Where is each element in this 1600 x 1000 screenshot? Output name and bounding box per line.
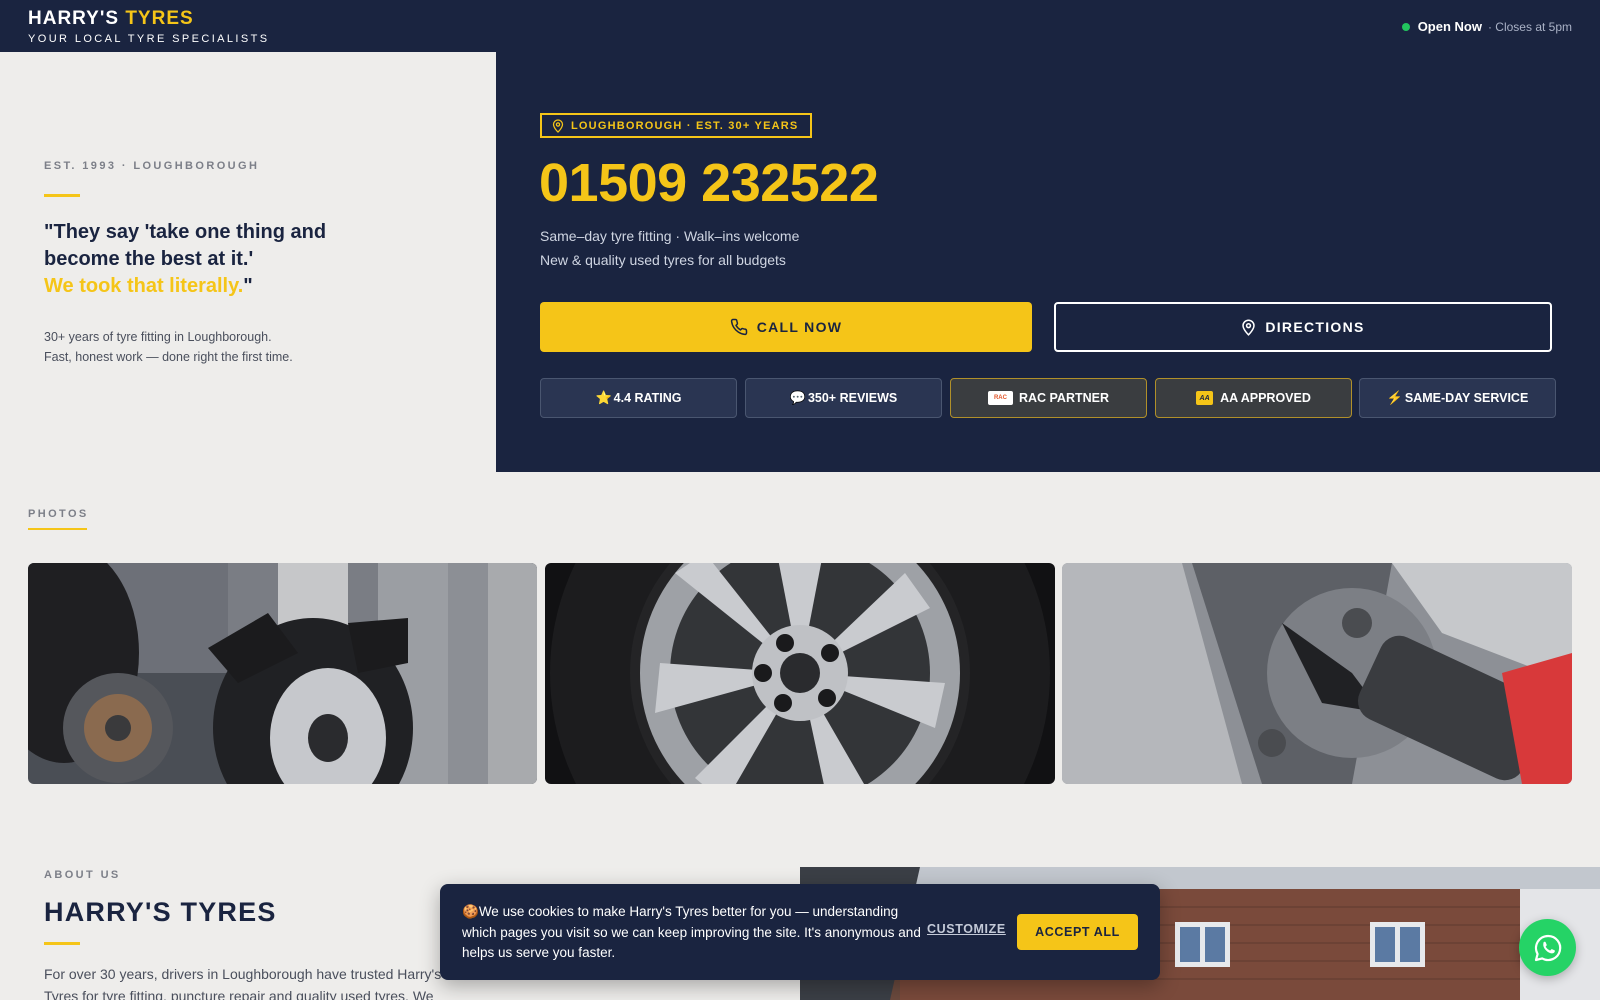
established-line: EST. 1993 · LOUGHBOROUGH	[44, 160, 260, 172]
phone-number[interactable]: 01509 232522	[539, 152, 879, 214]
speech-bubble-icon: 💬	[789, 390, 806, 405]
brand-logo[interactable]: HARRY'S TYRES YOUR LOCAL TYRE SPECIALIST…	[28, 8, 269, 45]
opening-status: Open Now · Closes at 5pm	[1401, 19, 1572, 34]
aa-approved-label: AA APPROVED	[1220, 391, 1311, 405]
about-text: For over 30 years, drivers in Loughborou…	[44, 966, 442, 1000]
cookie-accept-all-button[interactable]: ACCEPT ALL	[1017, 914, 1138, 950]
cookie-customize-link[interactable]: CUSTOMIZE	[927, 922, 1006, 936]
rating-label: 4.4 RATING	[613, 391, 682, 405]
star-icon: ⭐	[595, 390, 612, 405]
photos-heading: PHOTOS	[28, 508, 89, 520]
map-pin-icon	[1242, 319, 1256, 336]
quote-highlight: We took that literally.	[44, 275, 244, 297]
location-badge: LOUGHBOROUGH · EST. 30+ YEARS	[540, 113, 813, 138]
reviews-label: 350+ REVIEWS	[807, 391, 898, 405]
quote-end: "	[243, 275, 253, 297]
photos-accent-rule	[28, 528, 87, 530]
photo-alloy-wheel-closeup[interactable]	[545, 563, 1055, 784]
brand-name-main: HARRY'S	[28, 8, 120, 29]
whatsapp-icon	[1534, 934, 1561, 961]
map-pin-icon	[552, 118, 564, 133]
reviews-badge: 💬 350+ REVIEWS	[745, 378, 942, 418]
aa-logo-icon: AA	[1196, 391, 1214, 405]
brand-name: HARRY'S TYRES	[28, 8, 269, 30]
call-now-button[interactable]: CALL NOW	[540, 302, 1032, 352]
rating-badge: ⭐ 4.4 RATING	[540, 378, 737, 418]
same-day-label: SAME-DAY SERVICE	[1404, 391, 1529, 405]
rac-partner-label: RAC PARTNER	[1018, 391, 1110, 405]
closing-time: · Closes at 5pm	[1487, 19, 1572, 34]
phone-icon	[730, 318, 747, 336]
about-accent-rule	[44, 942, 80, 945]
location-badge-label: LOUGHBOROUGH · EST. 30+ YEARS	[571, 119, 799, 132]
hero-description: 30+ years of tyre fitting in Loughboroug…	[44, 327, 344, 367]
call-now-label: CALL NOW	[756, 319, 843, 335]
open-status-dot	[1401, 22, 1410, 31]
accent-rule	[44, 194, 80, 197]
quote-text: "They say 'take one thing and become the…	[44, 221, 327, 270]
hero-contact-panel: LOUGHBOROUGH · EST. 30+ YEARS 01509 2325…	[496, 52, 1600, 472]
hero-description-line-1: 30+ years of tyre fitting in Loughboroug…	[44, 330, 272, 344]
cookie-icon: 🍪	[462, 904, 479, 919]
about-title: HARRY'S TYRES	[44, 897, 277, 927]
cookie-banner: 🍪We use cookies to make Harry's Tyres be…	[440, 884, 1160, 980]
directions-button[interactable]: DIRECTIONS	[1054, 302, 1552, 352]
top-bar: HARRY'S TYRES YOUR LOCAL TYRE SPECIALIST…	[0, 0, 1600, 52]
hero-description-line-2: Fast, honest work — done right the first…	[44, 350, 293, 364]
cookie-message: 🍪We use cookies to make Harry's Tyres be…	[462, 902, 922, 964]
about-heading: ABOUT US	[44, 869, 121, 881]
directions-label: DIRECTIONS	[1265, 319, 1365, 335]
brand-name-accent: TYRES	[125, 8, 194, 29]
lightning-icon: ⚡	[1386, 390, 1403, 405]
hero-intro: EST. 1993 · LOUGHBOROUGH "They say 'take…	[0, 52, 496, 472]
aa-approved-badge: AA AA APPROVED	[1155, 378, 1352, 418]
photo-mechanic-fitting-tyre[interactable]	[28, 563, 537, 784]
hero-quote: "They say 'take one thing and become the…	[44, 219, 344, 300]
whatsapp-chat-button[interactable]	[1519, 919, 1576, 976]
rac-partner-badge: RAC RAC PARTNER	[950, 378, 1147, 418]
service-line-2: New & quality used tyres for all budgets	[540, 252, 786, 268]
open-now-label: Open Now	[1417, 19, 1482, 34]
brand-tagline: YOUR LOCAL TYRE SPECIALISTS	[28, 33, 270, 45]
cookie-message-text: We use cookies to make Harry's Tyres bet…	[462, 904, 921, 960]
service-line-1: Same–day tyre fitting · Walk–ins welcome	[540, 228, 800, 244]
photo-impact-wrench-on-wheel[interactable]	[1062, 563, 1572, 784]
same-day-badge: ⚡ SAME-DAY SERVICE	[1359, 378, 1556, 418]
rac-logo-icon: RAC	[987, 391, 1013, 405]
